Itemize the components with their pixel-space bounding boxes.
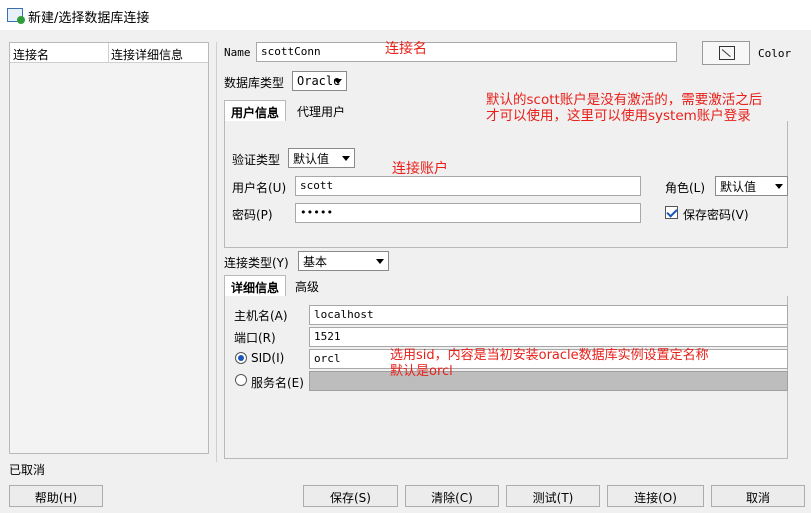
auth-type-label: 验证类型: [232, 153, 281, 167]
clear-button[interactable]: 清除(C): [405, 485, 499, 507]
annotation-scott-note-1: 默认的scott账户是没有激活的，需要激活之后: [486, 92, 763, 108]
name-label: Name: [224, 46, 251, 59]
connection-list-header: 连接名 连接详细信息: [10, 43, 208, 63]
tab-user-info[interactable]: 用户信息: [224, 100, 287, 122]
help-button[interactable]: 帮助(H): [9, 485, 103, 507]
password-label: 密码(P): [232, 208, 273, 222]
service-name-radio[interactable]: [235, 374, 247, 386]
window-title: 新建/选择数据库连接: [28, 11, 150, 26]
role-select[interactable]: 默认值: [715, 176, 788, 196]
cancel-button[interactable]: 取消: [711, 485, 805, 507]
annotation-sid-note-2: 默认是orcl: [390, 364, 453, 379]
chevron-down-icon: [334, 79, 342, 84]
test-button[interactable]: 测试(T): [506, 485, 600, 507]
connection-name-input[interactable]: scottConn: [256, 42, 677, 62]
auth-type-select[interactable]: 默认值: [288, 148, 355, 168]
db-type-select[interactable]: Oracle: [292, 71, 347, 91]
status-text: 已取消: [9, 463, 46, 477]
connect-button[interactable]: 连接(O): [607, 485, 704, 507]
connection-list[interactable]: 连接名 连接详细信息: [9, 42, 209, 454]
role-value: 默认值: [720, 180, 757, 194]
auth-type-value: 默认值: [293, 152, 330, 166]
annotation-sid-note-1: 选用sid，内容是当初安装oracle数据库实例设置定名称: [390, 348, 709, 363]
hostname-input[interactable]: localhost: [309, 305, 788, 325]
username-input[interactable]: scott: [295, 176, 641, 196]
chevron-down-icon: [376, 259, 384, 264]
sid-label: SID(I): [251, 351, 285, 365]
annotation-account: 连接账户: [392, 161, 448, 177]
color-picker-button[interactable]: [702, 41, 750, 65]
chevron-down-icon: [775, 184, 783, 189]
title-bar: 新建/选择数据库连接: [0, 0, 811, 30]
color-label: Color: [758, 47, 792, 60]
role-label: 角色(L): [665, 181, 706, 195]
annotation-scott-note-2: 才可以使用，这里可以使用system账户登录: [486, 108, 751, 124]
port-input[interactable]: 1521: [309, 327, 788, 347]
column-divider: [108, 43, 109, 63]
tab-advanced[interactable]: 高级: [289, 275, 325, 297]
connection-type-label: 连接类型(Y): [224, 256, 289, 270]
sid-radio[interactable]: [235, 352, 247, 364]
db-type-label: 数据库类型: [224, 76, 285, 90]
column-header-connection-name[interactable]: 连接名: [13, 46, 49, 63]
tab-details[interactable]: 详细信息: [224, 275, 287, 297]
save-password-checkbox[interactable]: [665, 206, 678, 219]
save-password-label: 保存密码(V): [683, 208, 749, 222]
save-button[interactable]: 保存(S): [303, 485, 398, 507]
column-header-connection-details[interactable]: 连接详细信息: [111, 46, 183, 63]
panel-divider: [216, 42, 217, 462]
chevron-down-icon: [342, 156, 350, 161]
connection-type-select[interactable]: 基本: [298, 251, 389, 271]
annotation-connection-name: 连接名: [385, 41, 427, 57]
password-input[interactable]: •••••: [295, 203, 641, 223]
connection-type-value: 基本: [303, 255, 328, 269]
username-label: 用户名(U): [232, 181, 287, 195]
color-picker-icon: [719, 46, 735, 60]
port-label: 端口(R): [234, 331, 276, 345]
database-connection-icon: [7, 8, 25, 24]
tab-proxy-user[interactable]: 代理用户: [291, 100, 351, 122]
service-name-input[interactable]: [309, 371, 788, 391]
hostname-label: 主机名(A): [234, 309, 288, 323]
service-name-label: 服务名(E): [251, 376, 304, 390]
